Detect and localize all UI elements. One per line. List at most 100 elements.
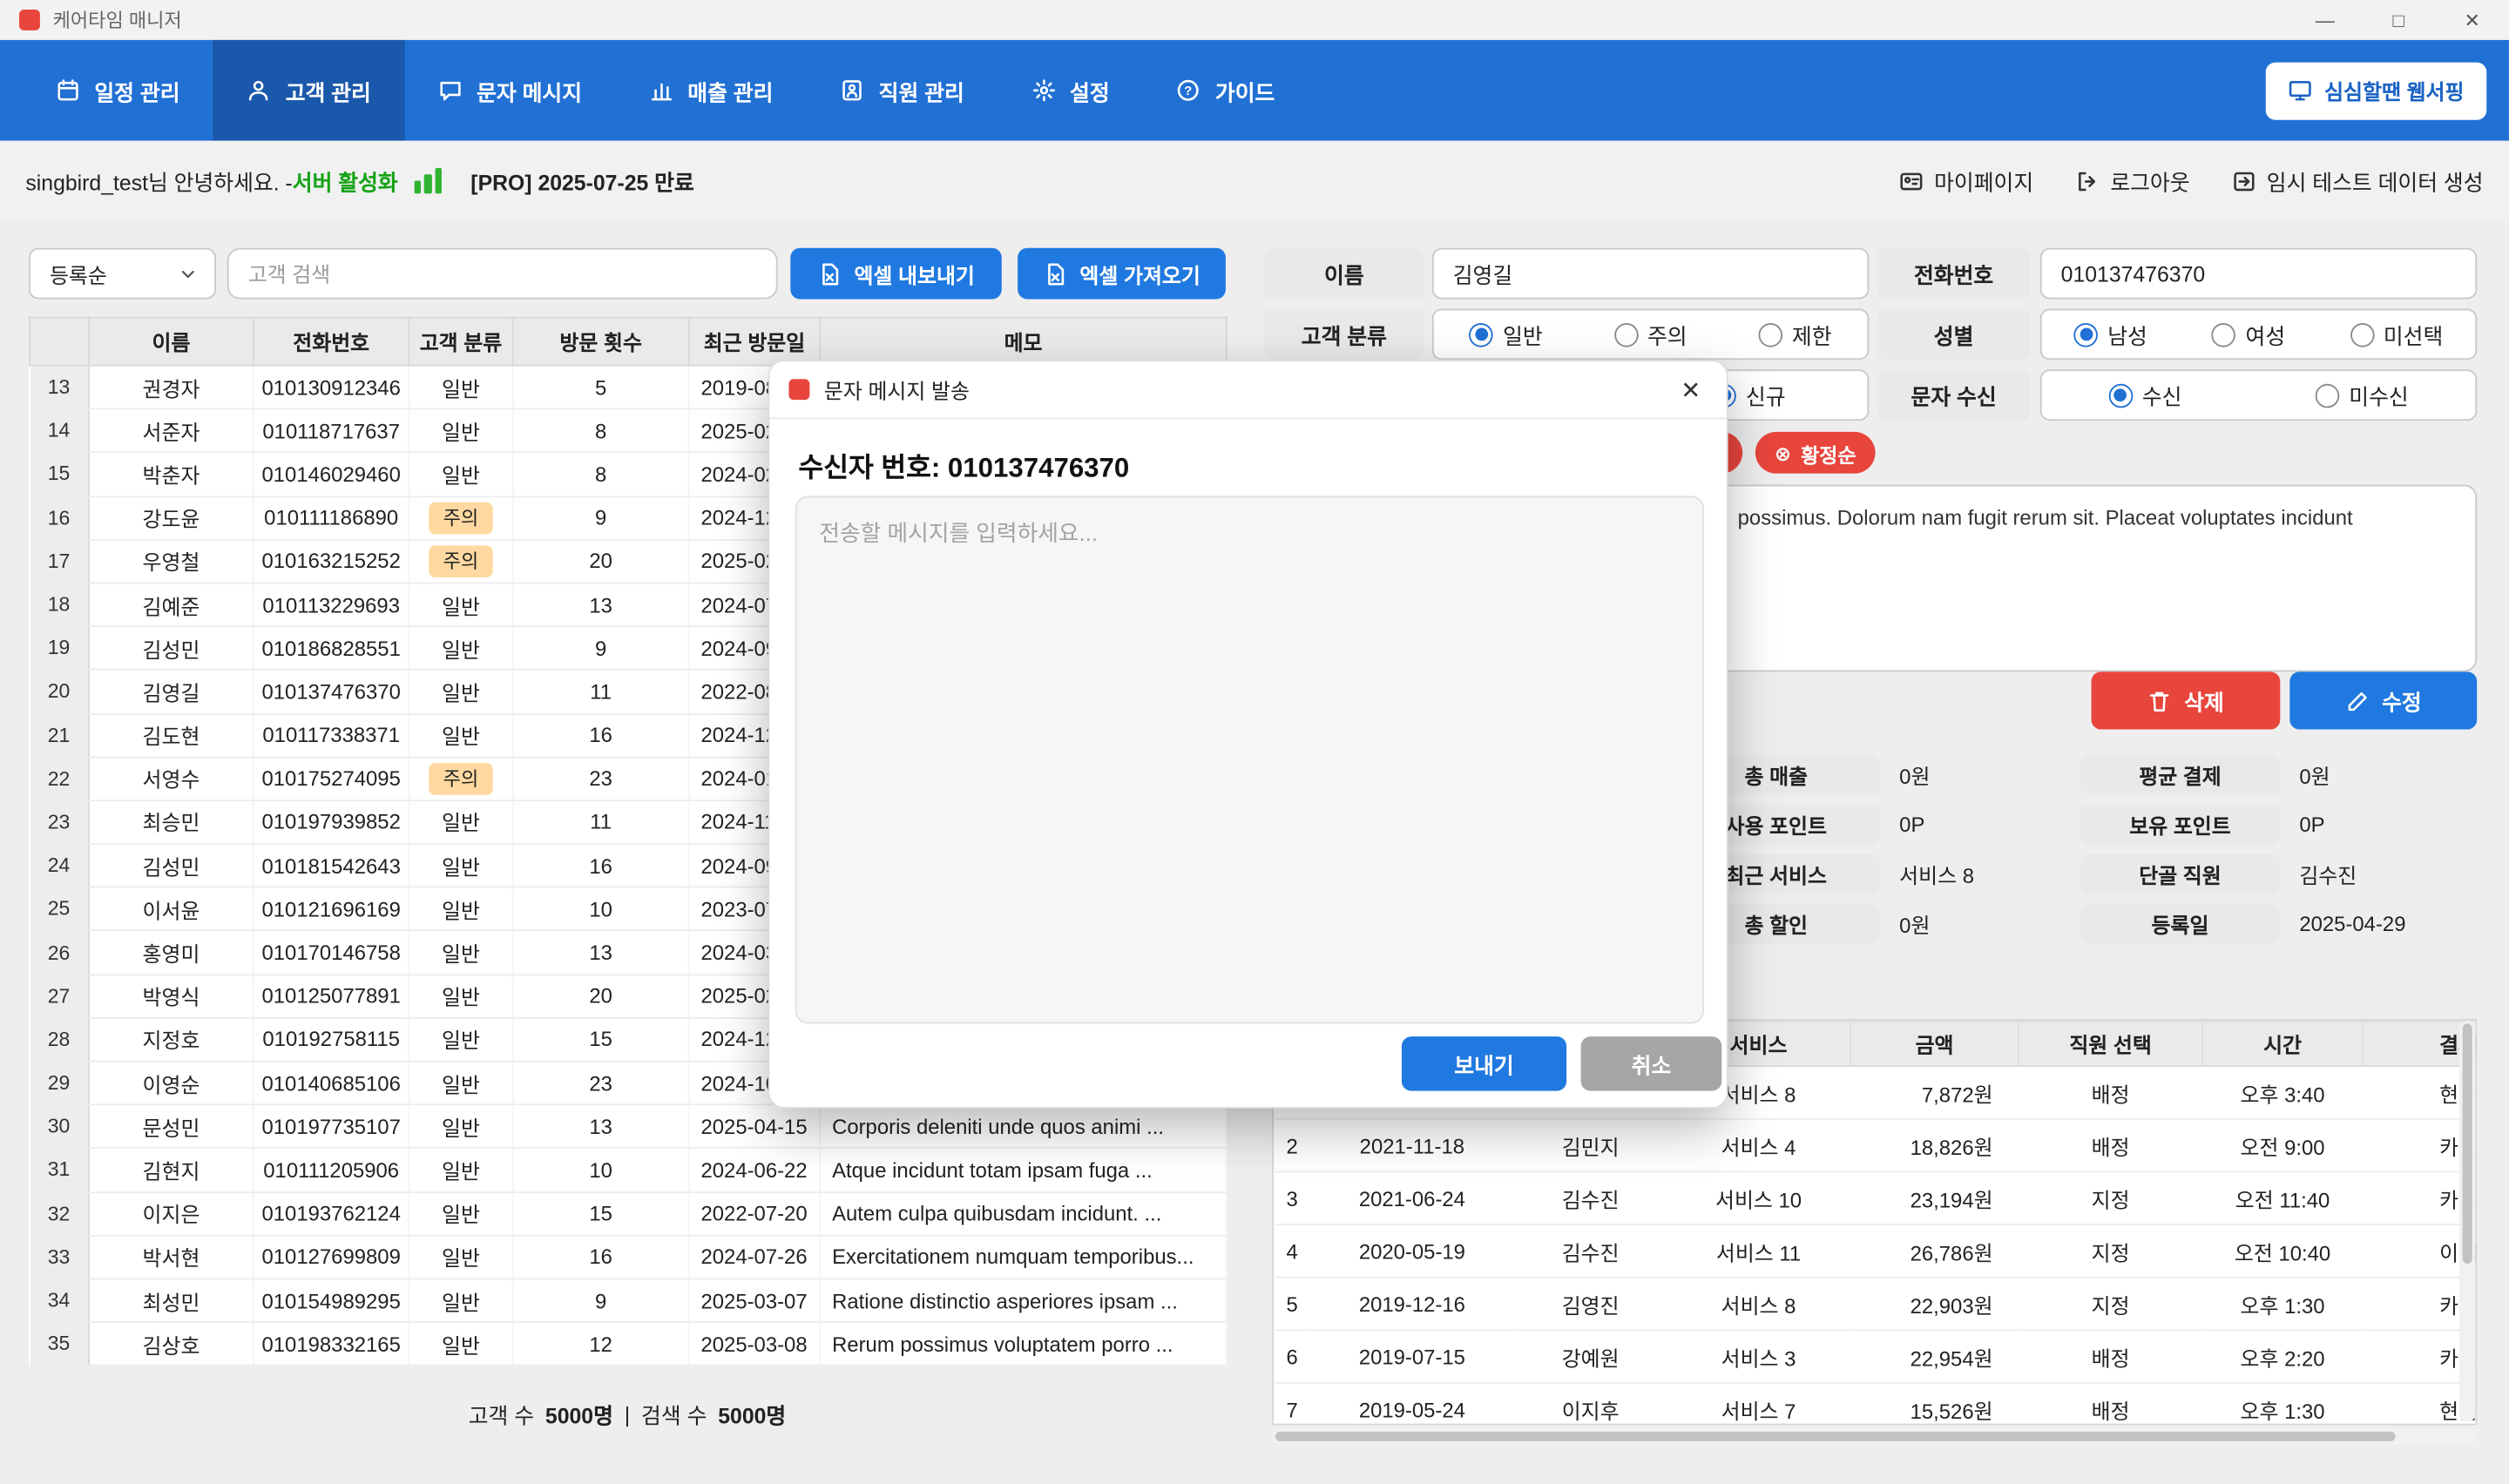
calendar-icon bbox=[56, 78, 80, 103]
radio-option[interactable]: 남성 bbox=[2074, 319, 2147, 351]
nav-tab[interactable]: 문자 메시지 bbox=[404, 40, 615, 141]
radio-option[interactable]: 제한 bbox=[1758, 319, 1831, 351]
nav-tab[interactable]: 설정 bbox=[998, 40, 1143, 141]
radio-option[interactable]: 주의 bbox=[1613, 319, 1687, 351]
send-button[interactable]: 보내기 bbox=[1402, 1036, 1566, 1090]
history-row[interactable]: 22021-11-18김민지서비스 418,826원배정오전 9:00카드 bbox=[1275, 1119, 2477, 1172]
history-vertical-scrollbar[interactable] bbox=[2459, 1021, 2475, 1422]
radio-label: 미수신 bbox=[2349, 379, 2408, 411]
minimize-icon[interactable]: — bbox=[2288, 0, 2361, 40]
nav-tab[interactable]: 직원 관리 bbox=[807, 40, 998, 141]
recipient-number: 수신자 번호: 010137476370 bbox=[799, 445, 1130, 485]
trash-icon bbox=[2147, 689, 2172, 713]
customer-row[interactable]: 33박서현010127699809일반162024-07-26Exercitat… bbox=[30, 1235, 1227, 1278]
generate-icon bbox=[2231, 169, 2255, 193]
chevron-down-icon bbox=[178, 263, 199, 284]
nav-tab[interactable]: 고객 관리 bbox=[213, 40, 404, 141]
modal-close-icon[interactable]: ✕ bbox=[1674, 375, 1708, 404]
status-bar: singbird_test님 안녕하세요. - 서버 활성화 [PRO] 202… bbox=[0, 141, 2509, 221]
phone-value: 010137476370 bbox=[2061, 261, 2206, 286]
nav-tab[interactable]: ?가이드 bbox=[1143, 40, 1309, 141]
radio-option[interactable]: 미수신 bbox=[2316, 379, 2409, 411]
stat-label: 평균 결제 bbox=[2080, 755, 2281, 795]
pro-expiry: [PRO] 2025-07-25 만료 bbox=[470, 165, 694, 197]
scrollbar-thumb[interactable] bbox=[2463, 1023, 2472, 1264]
radio-option[interactable]: 미선택 bbox=[2350, 319, 2443, 351]
stat-label: 등록일 bbox=[2080, 904, 2281, 944]
generate-test-data-link[interactable]: 임시 테스트 데이터 생성 bbox=[2231, 165, 2483, 197]
close-icon[interactable]: ✕ bbox=[2435, 0, 2508, 40]
delete-button[interactable]: 삭제 bbox=[2092, 671, 2281, 729]
scrollbar-thumb[interactable] bbox=[1275, 1432, 2396, 1441]
col-header-name[interactable]: 이름 bbox=[89, 318, 254, 366]
history-row[interactable]: 32021-06-24김수진서비스 1023,194원지정오전 11:40카드 bbox=[1275, 1171, 2477, 1224]
window-title: 케어타임 매니저 bbox=[53, 6, 2289, 33]
col-header-visits[interactable]: 방문 횟수 bbox=[513, 318, 689, 366]
history-horizontal-scrollbar[interactable] bbox=[1272, 1428, 2477, 1444]
history-row[interactable]: 62019-07-15강예원서비스 322,954원배정오후 2:20카드 bbox=[1275, 1330, 2477, 1383]
customer-row[interactable]: 30문성민010197735107일반132025-04-15Corporis … bbox=[30, 1105, 1227, 1149]
sort-dropdown[interactable]: 등록순 bbox=[29, 248, 216, 300]
radio-label: 남성 bbox=[2107, 319, 2147, 351]
col-header-phone[interactable]: 전화번호 bbox=[254, 318, 409, 366]
radio-label: 여성 bbox=[2246, 319, 2286, 351]
cancel-button[interactable]: 취소 bbox=[1581, 1036, 1722, 1090]
person-icon bbox=[247, 78, 272, 103]
logout-link[interactable]: 로그아웃 bbox=[2075, 165, 2190, 197]
customer-row[interactable]: 34최성민010154989295일반92025-03-07Ratione di… bbox=[30, 1278, 1227, 1322]
col-header-lastvisit[interactable]: 최근 방문일 bbox=[689, 318, 821, 366]
radio-option[interactable]: 여성 bbox=[2212, 319, 2285, 351]
stat-label: 단골 직원 bbox=[2080, 854, 2281, 894]
phone-input[interactable]: 010137476370 bbox=[2040, 248, 2477, 300]
history-row[interactable]: 42020-05-19김수진서비스 1126,786원지정오전 10:40이체 bbox=[1275, 1224, 2477, 1278]
excel-export-label: 엑셀 내보내기 bbox=[854, 259, 974, 289]
edit-button[interactable]: 수정 bbox=[2289, 671, 2477, 729]
edit-icon bbox=[2345, 689, 2370, 713]
excel-export-button[interactable]: 엑셀 내보내기 bbox=[790, 248, 1001, 300]
customer-row[interactable]: 32이지은010193762124일반152022-07-20Autem cul… bbox=[30, 1191, 1227, 1235]
customer-row[interactable]: 31김현지010111205906일반102024-06-22Atque inc… bbox=[30, 1149, 1227, 1192]
remove-tag-icon[interactable]: ⊗ bbox=[1775, 441, 1791, 465]
history-row[interactable]: 52019-12-16김영진서비스 822,903원지정오후 1:30카드 bbox=[1275, 1278, 2477, 1331]
logout-icon bbox=[2075, 169, 2100, 193]
websurf-button[interactable]: 심심할땐 웹서핑 bbox=[2265, 62, 2486, 119]
customer-tag[interactable]: ⊗황정순 bbox=[1755, 432, 1876, 474]
message-textarea[interactable] bbox=[795, 496, 1704, 1023]
radio-option[interactable]: 수신 bbox=[2108, 379, 2181, 411]
stat-value: 0원 bbox=[1899, 759, 1930, 790]
excel-import-button[interactable]: 엑셀 가져오기 bbox=[1018, 248, 1226, 300]
radio-icon bbox=[2350, 322, 2374, 347]
radio-icon bbox=[2108, 383, 2133, 408]
mypage-link[interactable]: 마이페이지 bbox=[1899, 165, 2033, 197]
col-header-category[interactable]: 고객 분류 bbox=[409, 318, 512, 366]
mypage-label: 마이페이지 bbox=[1934, 165, 2033, 197]
customer-search-input[interactable] bbox=[227, 248, 778, 300]
maximize-icon[interactable]: □ bbox=[2362, 0, 2435, 40]
name-input[interactable]: 김영길 bbox=[1432, 248, 1869, 300]
radio-label: 수신 bbox=[2142, 379, 2182, 411]
window-controls: — □ ✕ bbox=[2288, 0, 2508, 40]
radio-option[interactable]: 일반 bbox=[1470, 319, 1543, 351]
radio-icon bbox=[2212, 322, 2236, 347]
radio-label: 미선택 bbox=[2384, 319, 2443, 351]
customer-row[interactable]: 35김상호010198332165일반122025-03-08Rerum pos… bbox=[30, 1322, 1227, 1366]
hcol-amount[interactable]: 금액 bbox=[1850, 1022, 2019, 1066]
nav-tab[interactable]: 매출 관리 bbox=[616, 40, 807, 141]
server-status: 서버 활성화 bbox=[293, 165, 398, 197]
hcol-assign[interactable]: 직원 선택 bbox=[2019, 1022, 2202, 1066]
phone-label: 전화번호 bbox=[1877, 248, 2030, 300]
category-radio-group: 일반 주의 제한 bbox=[1432, 308, 1869, 360]
nav-tab-label: 일정 관리 bbox=[94, 74, 179, 106]
excel-icon bbox=[817, 261, 842, 286]
col-header-memo[interactable]: 메모 bbox=[820, 318, 1227, 366]
hcol-time[interactable]: 시간 bbox=[2202, 1022, 2363, 1066]
nav-tabs: 일정 관리 고객 관리문자 메시지매출 관리직원 관리설정?가이드 bbox=[0, 40, 2509, 141]
app-window: 케어타임 매니저 — □ ✕ 일정 관리 고객 관리문자 메시지매출 관리직원 관… bbox=[0, 0, 2509, 1484]
name-value: 김영길 bbox=[1453, 258, 1512, 290]
edit-label: 수정 bbox=[2382, 685, 2422, 717]
nav-tab[interactable]: 일정 관리 bbox=[23, 40, 213, 141]
search-count-label: 검색 수 bbox=[641, 1398, 707, 1430]
radio-icon bbox=[1613, 322, 1638, 347]
nav-tab-label: 가이드 bbox=[1215, 74, 1275, 106]
history-row[interactable]: 72019-05-24이지후서비스 715,526원배정오후 1:30현금 bbox=[1275, 1383, 2477, 1426]
